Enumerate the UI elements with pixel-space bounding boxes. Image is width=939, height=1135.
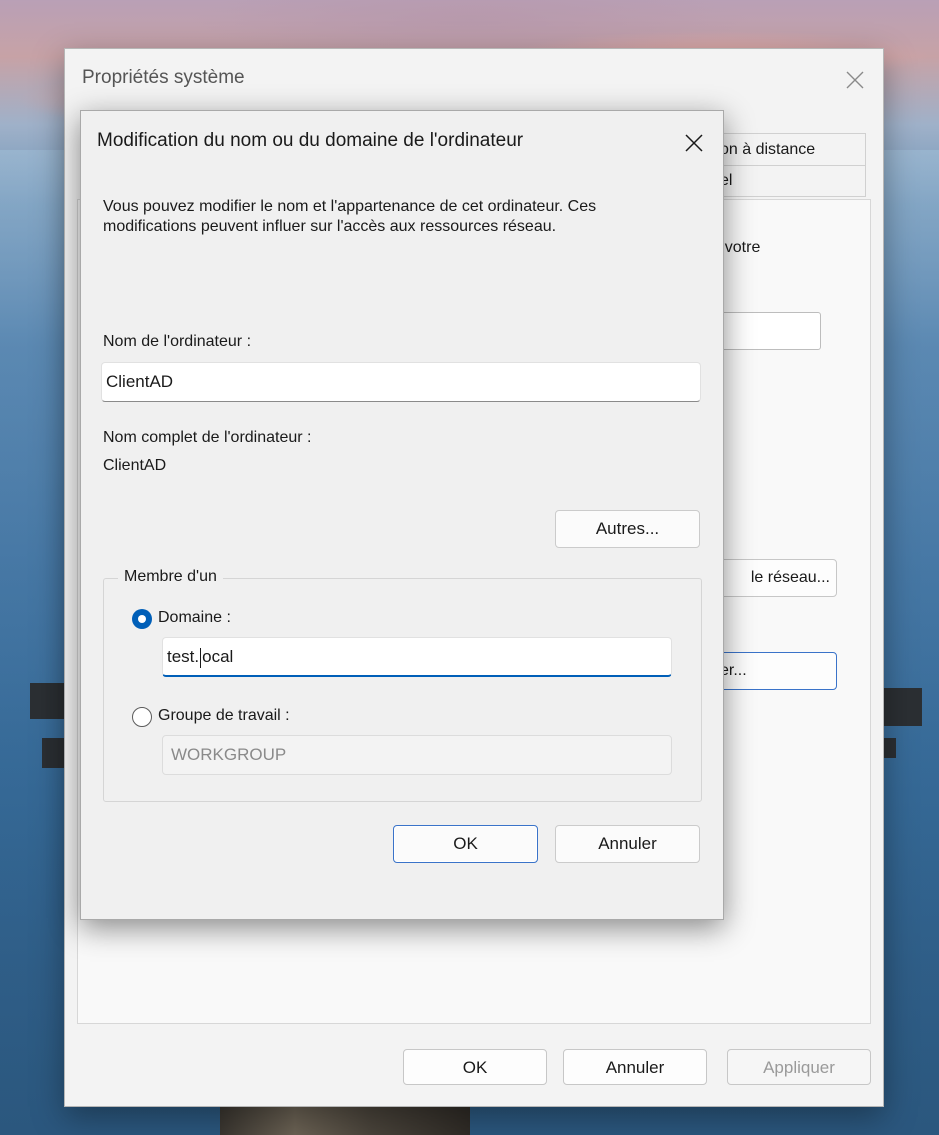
domain-value-start: test. <box>167 647 200 666</box>
computer-name-input[interactable]: ClientAD <box>101 362 701 402</box>
domain-radio-label[interactable]: Domaine : <box>158 609 231 627</box>
network-id-button[interactable]: le réseau... <box>705 559 837 597</box>
full-name-value: ClientAD <box>103 457 167 474</box>
ok-button[interactable]: OK <box>393 825 538 863</box>
panel-description-fragment: r votre <box>715 239 761 256</box>
dialog-title: Propriétés système <box>82 67 245 88</box>
domain-value-end: ocal <box>202 647 234 666</box>
workgroup-radio[interactable] <box>132 707 152 727</box>
ok-button[interactable]: OK <box>403 1049 547 1085</box>
computer-name-label: Nom de l'ordinateur : <box>103 333 252 350</box>
member-of-groupbox: Membre d'un Domaine : test. ocal Groupe d… <box>103 568 702 802</box>
workgroup-input[interactable]: WORKGROUP <box>162 735 672 775</box>
modify-button[interactable]: fier... <box>705 652 837 690</box>
member-of-legend: Membre d'un <box>118 568 223 586</box>
pier-post-right <box>882 688 922 726</box>
close-icon[interactable] <box>840 65 870 95</box>
text-caret <box>200 647 202 668</box>
dialog-description: Vous pouvez modifier le nom et l'apparte… <box>103 198 597 235</box>
cancel-button[interactable]: Annuler <box>555 825 700 863</box>
tab-remote[interactable]: on à distance <box>715 133 866 166</box>
domain-radio[interactable] <box>132 609 152 629</box>
pier-post-left <box>30 683 64 719</box>
tab-row2[interactable]: el <box>715 165 866 197</box>
pier-post-right-2 <box>882 738 896 758</box>
domain-input[interactable]: test. ocal <box>162 637 672 677</box>
full-name-label: Nom complet de l'ordinateur : <box>103 429 312 446</box>
computer-name-changes-dialog: Modification du nom ou du domaine de l'o… <box>80 110 724 920</box>
close-icon[interactable] <box>679 128 709 158</box>
apply-button[interactable]: Appliquer <box>727 1049 871 1085</box>
cancel-button[interactable]: Annuler <box>563 1049 707 1085</box>
dialog-title: Modification du nom ou du domaine de l'o… <box>97 130 524 151</box>
more-button[interactable]: Autres... <box>555 510 700 548</box>
pier-post-left-2 <box>42 738 64 768</box>
workgroup-radio-label[interactable]: Groupe de travail : <box>158 707 290 725</box>
